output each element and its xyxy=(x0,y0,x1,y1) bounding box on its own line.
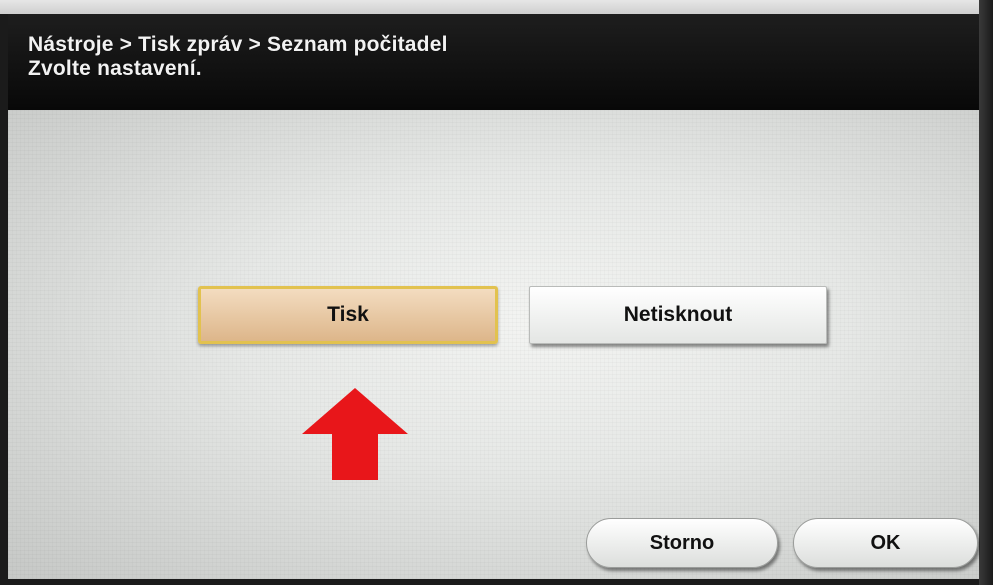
breadcrumb: Nástroje > Tisk zpráv > Seznam počitadel xyxy=(28,33,448,56)
ok-button[interactable]: OK xyxy=(793,518,978,568)
touch-screen: Nástroje > Tisk zpráv > Seznam počitadel… xyxy=(8,14,980,579)
ok-button-label: OK xyxy=(870,531,901,554)
tisk-button[interactable]: Tisk xyxy=(198,286,498,344)
arrow-up-icon xyxy=(302,388,408,480)
device-bezel-top xyxy=(0,0,993,14)
device-bezel-right xyxy=(979,0,993,585)
instruction-text: Zvolte nastavení. xyxy=(28,57,202,80)
cancel-button[interactable]: Storno xyxy=(586,518,778,568)
screen-header: Nástroje > Tisk zpráv > Seznam počitadel… xyxy=(8,14,980,110)
cancel-button-label: Storno xyxy=(649,531,715,554)
content-panel: Tisk Netisknout Storno OK xyxy=(8,110,980,579)
tisk-button-label: Tisk xyxy=(327,303,369,326)
netisknout-button[interactable]: Netisknout xyxy=(529,286,827,344)
netisknout-button-label: Netisknout xyxy=(623,303,733,326)
